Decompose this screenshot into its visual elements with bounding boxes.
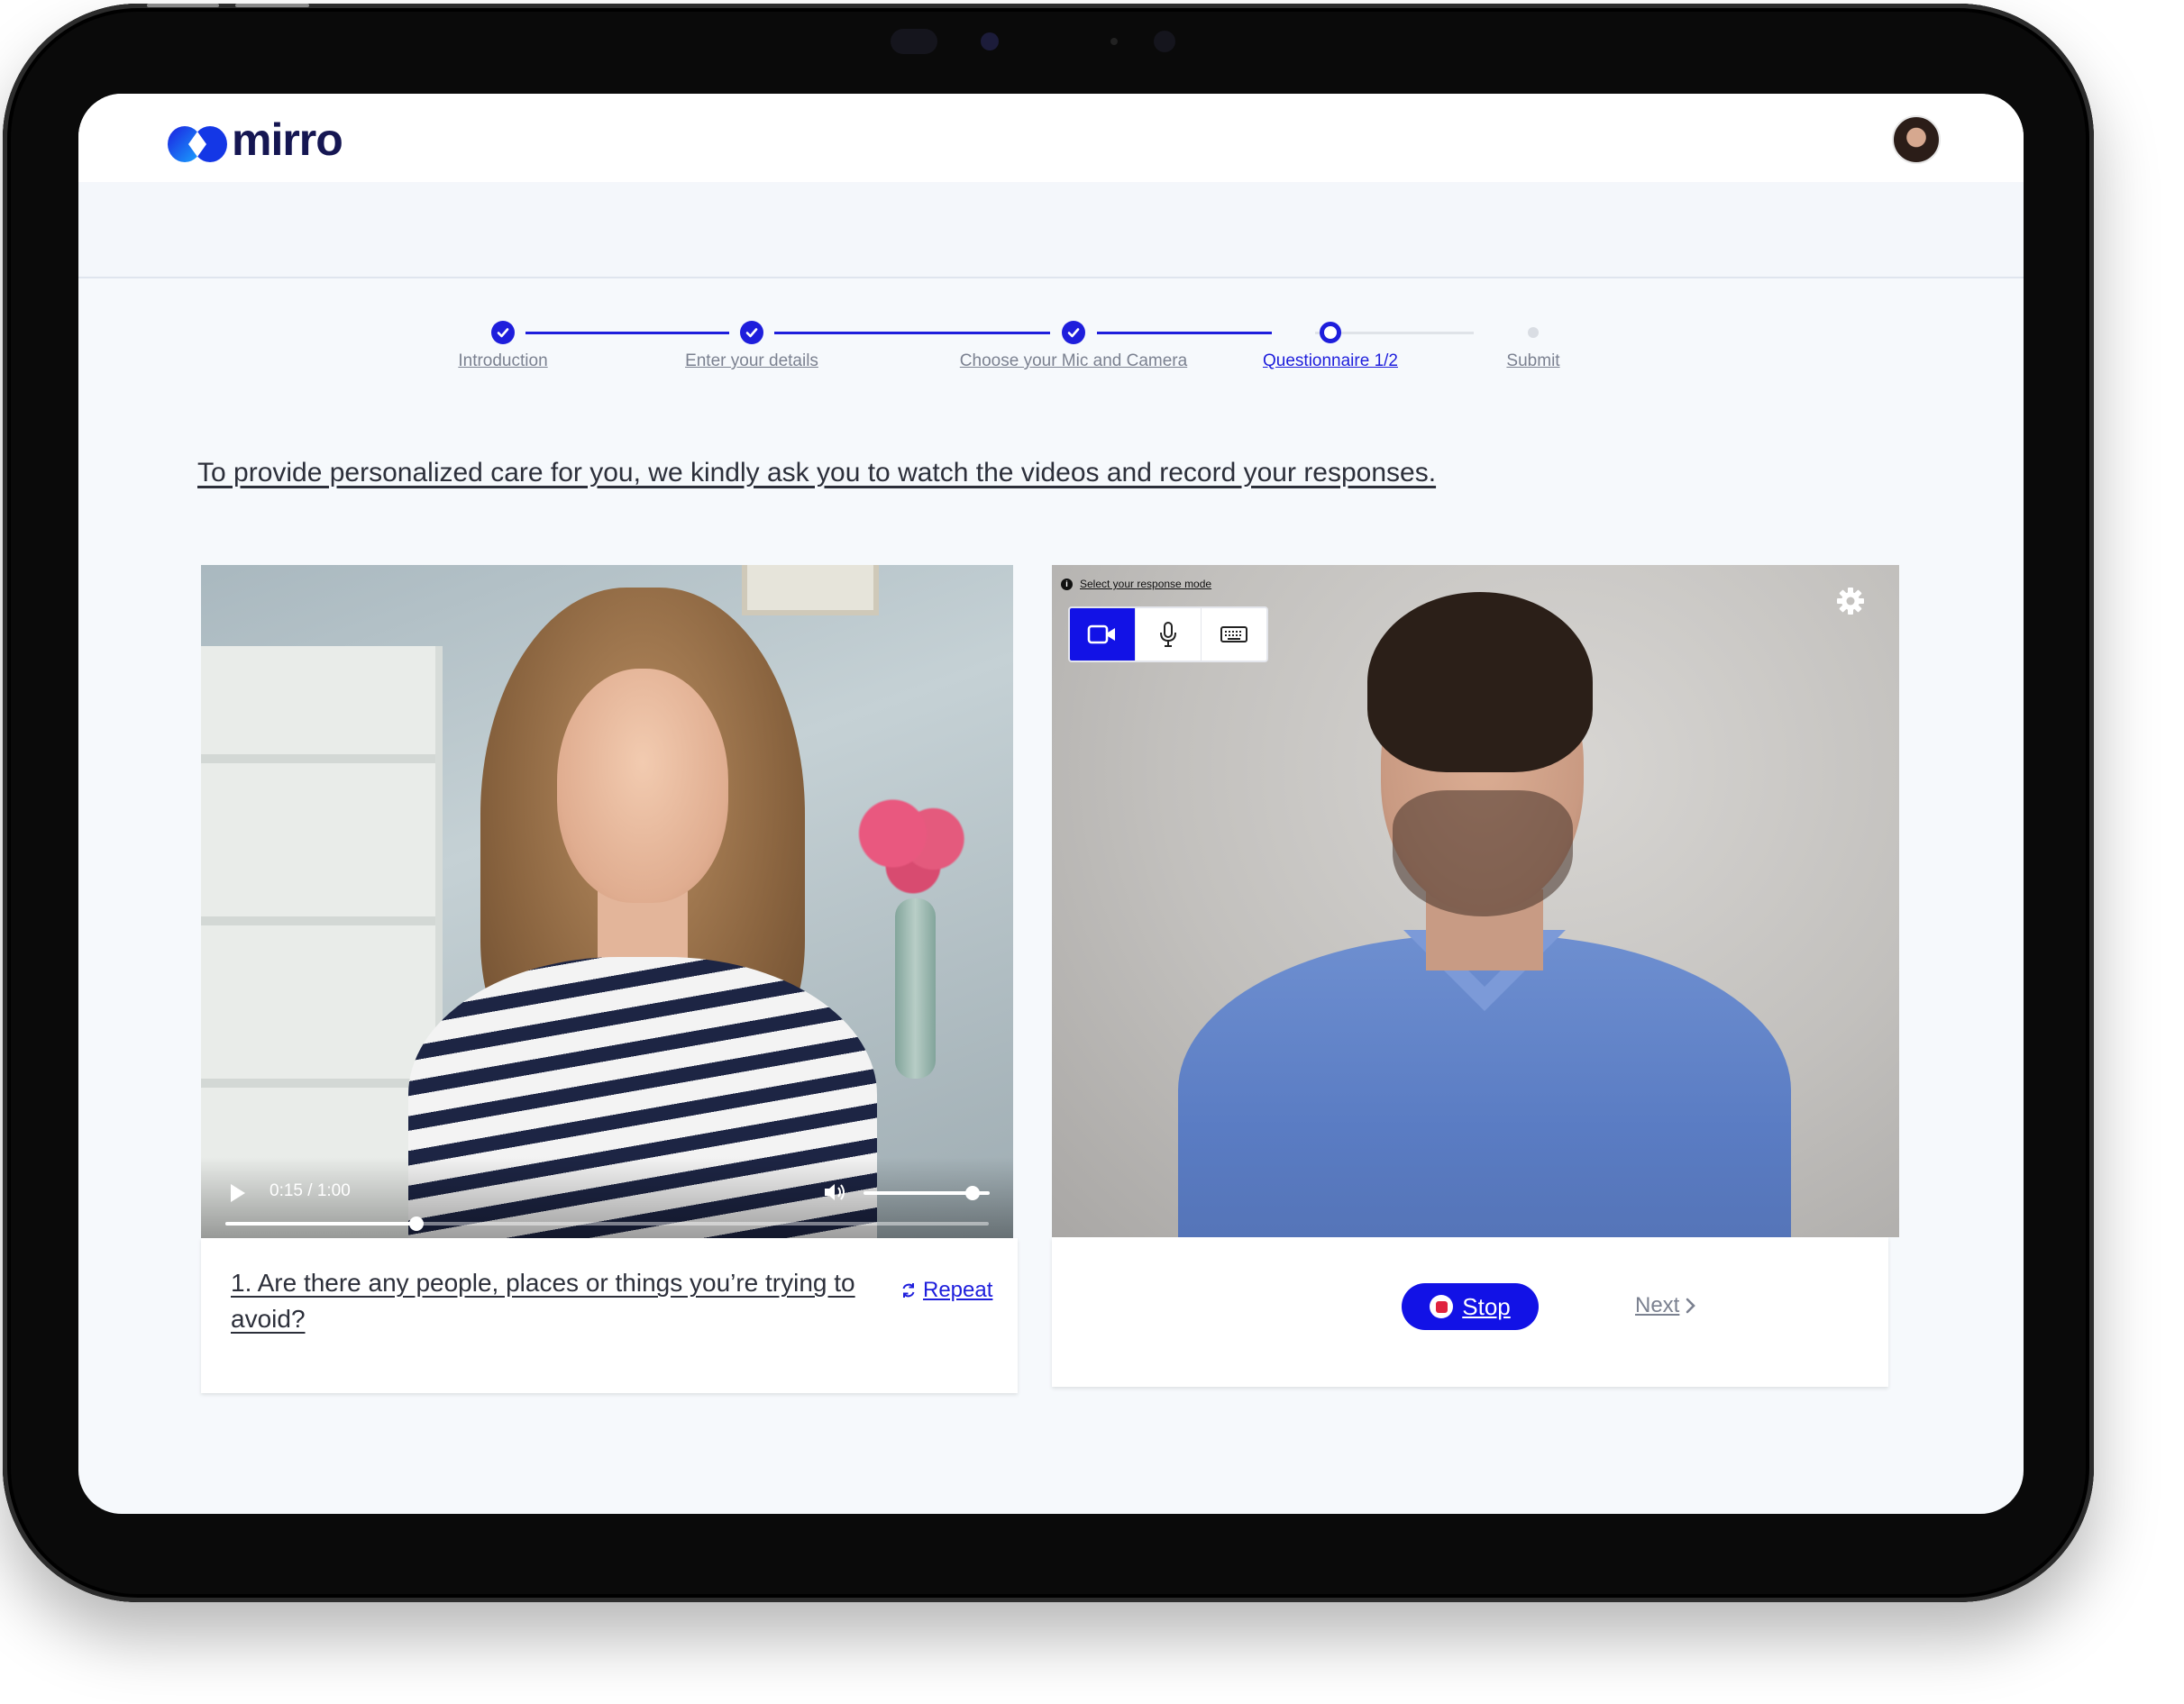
stop-label: Stop xyxy=(1462,1292,1511,1320)
front-camera xyxy=(891,25,1179,58)
step-check-icon xyxy=(491,321,515,344)
step-enter-details[interactable]: Enter your details xyxy=(685,351,818,371)
recording-controls-card: Stop Next xyxy=(1052,1237,1888,1387)
response-mode-selector xyxy=(1068,606,1268,662)
step-check-icon xyxy=(740,321,763,344)
step-mic-camera[interactable]: Choose your Mic and Camera xyxy=(960,351,1187,371)
step-introduction[interactable]: Introduction xyxy=(458,351,547,371)
bookshelf xyxy=(201,646,443,1238)
vase xyxy=(895,898,936,1079)
progress-bar[interactable] xyxy=(225,1216,989,1231)
settings-gear-icon[interactable] xyxy=(1834,585,1867,617)
step-connector xyxy=(1097,332,1272,334)
app-screen: mirro Introduction Enter your details Ch… xyxy=(78,94,2024,1514)
next-label: Next xyxy=(1635,1293,1680,1317)
step-connector xyxy=(774,332,1050,334)
video-time: 0:15 / 1:00 xyxy=(270,1181,351,1200)
repeat-icon xyxy=(902,1283,915,1298)
question-video-player[interactable]: 0:15 / 1:00 xyxy=(201,565,1013,1238)
subheader-band xyxy=(78,182,2024,278)
mirro-logo-icon xyxy=(168,126,227,162)
microphone-icon xyxy=(1160,622,1176,647)
chevron-right-icon xyxy=(1686,1298,1696,1314)
stop-button[interactable]: Stop xyxy=(1402,1283,1539,1330)
next-button[interactable]: Next xyxy=(1635,1293,1697,1318)
mode-video-button[interactable] xyxy=(1070,608,1136,661)
presenter-woman xyxy=(408,588,877,1238)
user-avatar[interactable] xyxy=(1892,115,1941,164)
progress-stepper: Introduction Enter your details Choose y… xyxy=(78,317,2024,389)
respondent-man xyxy=(1178,592,1791,1237)
response-camera-preview: i Select your response mode xyxy=(1052,565,1899,1237)
device-button xyxy=(235,4,309,7)
video-controls: 0:15 / 1:00 xyxy=(201,1157,1013,1238)
step-connector xyxy=(525,332,729,334)
play-icon[interactable] xyxy=(231,1184,245,1202)
video-camera-icon xyxy=(1087,624,1115,644)
progress-knob[interactable] xyxy=(408,1216,424,1231)
mode-audio-button[interactable] xyxy=(1136,608,1202,661)
question-card: 1. Are there any people, places or thing… xyxy=(201,1238,1018,1393)
response-mode-label: i Select your response mode xyxy=(1061,578,1211,590)
info-icon: i xyxy=(1061,578,1073,590)
volume-knob[interactable] xyxy=(965,1186,980,1200)
step-check-icon xyxy=(1062,321,1085,344)
step-questionnaire[interactable]: Questionnaire 1/2 xyxy=(1263,351,1398,371)
keyboard-icon xyxy=(1220,626,1247,642)
top-bar: mirro xyxy=(78,94,2024,182)
step-pending-icon xyxy=(1528,327,1539,338)
repeat-label: Repeat xyxy=(923,1278,993,1302)
response-mode-text: Select your response mode xyxy=(1080,578,1212,590)
question-text: 1. Are there any people, places or thing… xyxy=(231,1269,855,1333)
intro-text: To provide personalized care for you, we… xyxy=(197,458,1437,488)
step-current-icon xyxy=(1320,322,1341,343)
device-button xyxy=(147,4,219,7)
logo-text: mirro xyxy=(232,114,343,165)
volume-icon[interactable] xyxy=(823,1182,848,1202)
step-submit[interactable]: Submit xyxy=(1506,351,1559,371)
progress-fill xyxy=(225,1222,416,1226)
mode-text-button[interactable] xyxy=(1202,608,1266,661)
stop-record-icon xyxy=(1430,1295,1454,1318)
tablet-frame: mirro Introduction Enter your details Ch… xyxy=(3,4,2094,1602)
repeat-button[interactable]: Repeat xyxy=(900,1278,992,1303)
